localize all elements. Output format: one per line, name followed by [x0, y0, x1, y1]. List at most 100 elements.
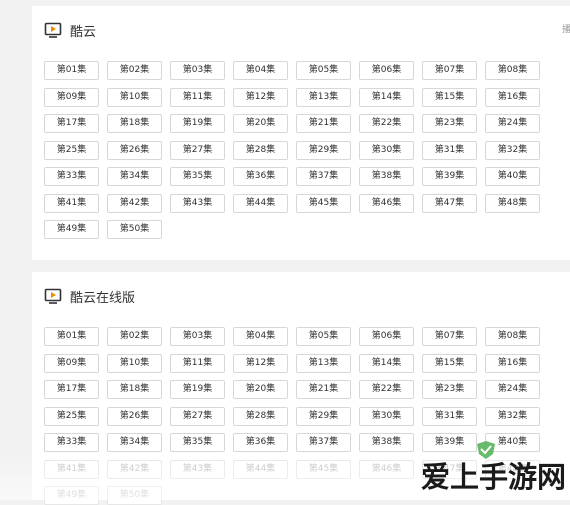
episode-button[interactable]: 第06集	[359, 327, 414, 346]
episode-button[interactable]: 第32集	[485, 406, 540, 426]
episode-button[interactable]: 第34集	[107, 167, 162, 186]
episode-button[interactable]: 第13集	[296, 353, 351, 373]
episode-button[interactable]: 第04集	[233, 327, 288, 346]
episode-button[interactable]: 第43集	[170, 459, 225, 479]
episode-button[interactable]: 第33集	[44, 433, 99, 452]
episode-button[interactable]: 第16集	[485, 87, 540, 107]
episode-button[interactable]: 第46集	[359, 193, 414, 213]
episode-button[interactable]: 第14集	[359, 353, 414, 373]
episode-button[interactable]: 第29集	[296, 406, 351, 426]
episode-button[interactable]: 第31集	[422, 140, 477, 160]
episode-button[interactable]: 第14集	[359, 87, 414, 107]
episode-button[interactable]: 第12集	[233, 353, 288, 373]
episode-button[interactable]: 第25集	[44, 406, 99, 426]
episode-button[interactable]: 第03集	[170, 327, 225, 346]
episode-button[interactable]: 第42集	[107, 193, 162, 213]
episode-button[interactable]: 第05集	[296, 61, 351, 80]
episode-button[interactable]: 第50集	[107, 486, 162, 505]
episode-button[interactable]: 第43集	[170, 193, 225, 213]
episode-button[interactable]: 第21集	[296, 380, 351, 399]
episode-button[interactable]: 第28集	[233, 140, 288, 160]
episode-button[interactable]: 第01集	[44, 61, 99, 80]
episode-button[interactable]: 第13集	[296, 87, 351, 107]
episode-button[interactable]: 第11集	[170, 87, 225, 107]
episode-button[interactable]: 第33集	[44, 167, 99, 186]
episode-button[interactable]: 第46集	[359, 459, 414, 479]
episode-button[interactable]: 第05集	[296, 327, 351, 346]
episode-button[interactable]: 第44集	[233, 459, 288, 479]
episode-button[interactable]: 第42集	[107, 459, 162, 479]
episode-button[interactable]: 第15集	[422, 353, 477, 373]
episode-button[interactable]: 第38集	[359, 433, 414, 452]
episode-button[interactable]: 第09集	[44, 87, 99, 107]
episode-button[interactable]: 第07集	[422, 327, 477, 346]
episode-button[interactable]: 第24集	[485, 380, 540, 399]
episode-button[interactable]: 第44集	[233, 193, 288, 213]
episode-button[interactable]: 第03集	[170, 61, 225, 80]
episode-button[interactable]: 第01集	[44, 327, 99, 346]
episode-button[interactable]: 第50集	[107, 220, 162, 239]
episode-button[interactable]: 第39集	[422, 433, 477, 452]
episode-button[interactable]: 第06集	[359, 61, 414, 80]
episode-button[interactable]: 第30集	[359, 140, 414, 160]
episode-button[interactable]: 第47集	[422, 193, 477, 213]
episode-button[interactable]: 第22集	[359, 380, 414, 399]
episode-button[interactable]: 第35集	[170, 433, 225, 452]
episode-button[interactable]: 第27集	[170, 140, 225, 160]
episode-button[interactable]: 第26集	[107, 140, 162, 160]
episode-button[interactable]: 第49集	[44, 220, 99, 239]
panel-header: 酷云在线版	[44, 286, 135, 306]
episode-button[interactable]: 第18集	[107, 380, 162, 399]
episode-button[interactable]: 第17集	[44, 114, 99, 133]
episode-button[interactable]: 第35集	[170, 167, 225, 186]
episode-button[interactable]: 第48集	[485, 193, 540, 213]
episode-button[interactable]: 第26集	[107, 406, 162, 426]
episode-button[interactable]: 第28集	[233, 406, 288, 426]
episode-button[interactable]: 第16集	[485, 353, 540, 373]
episode-button[interactable]: 第17集	[44, 380, 99, 399]
episode-button[interactable]: 第19集	[170, 114, 225, 133]
episode-button[interactable]: 第15集	[422, 87, 477, 107]
episode-button[interactable]: 第20集	[233, 114, 288, 133]
episode-button[interactable]: 第02集	[107, 327, 162, 346]
episode-button[interactable]: 第25集	[44, 140, 99, 160]
episode-button[interactable]: 第07集	[422, 61, 477, 80]
episode-button[interactable]: 第39集	[422, 167, 477, 186]
episode-button[interactable]: 第22集	[359, 114, 414, 133]
episode-button[interactable]: 第45集	[296, 459, 351, 479]
panel-extra-label: 播	[562, 25, 570, 35]
episode-button[interactable]: 第30集	[359, 406, 414, 426]
episode-button[interactable]: 第49集	[44, 486, 99, 505]
episode-button[interactable]: 第29集	[296, 140, 351, 160]
episode-button[interactable]: 第41集	[44, 193, 99, 213]
episode-button[interactable]: 第40集	[485, 167, 540, 186]
shield-logo-icon	[475, 440, 497, 464]
episode-button[interactable]: 第34集	[107, 433, 162, 452]
episode-button[interactable]: 第45集	[296, 193, 351, 213]
episode-button[interactable]: 第19集	[170, 380, 225, 399]
episode-button[interactable]: 第36集	[233, 433, 288, 452]
episode-button[interactable]: 第21集	[296, 114, 351, 133]
episode-button[interactable]: 第41集	[44, 459, 99, 479]
episode-button[interactable]: 第09集	[44, 353, 99, 373]
episode-button[interactable]: 第04集	[233, 61, 288, 80]
episode-button[interactable]: 第10集	[107, 353, 162, 373]
episode-button[interactable]: 第20集	[233, 380, 288, 399]
episode-button[interactable]: 第08集	[485, 61, 540, 80]
episode-button[interactable]: 第24集	[485, 114, 540, 133]
episode-button[interactable]: 第31集	[422, 406, 477, 426]
episode-button[interactable]: 第36集	[233, 167, 288, 186]
episode-button[interactable]: 第11集	[170, 353, 225, 373]
episode-button[interactable]: 第08集	[485, 327, 540, 346]
episode-button[interactable]: 第32集	[485, 140, 540, 160]
episode-button[interactable]: 第37集	[296, 433, 351, 452]
episode-button[interactable]: 第10集	[107, 87, 162, 107]
episode-button[interactable]: 第38集	[359, 167, 414, 186]
episode-button[interactable]: 第27集	[170, 406, 225, 426]
episode-button[interactable]: 第12集	[233, 87, 288, 107]
episode-button[interactable]: 第23集	[422, 380, 477, 399]
episode-button[interactable]: 第23集	[422, 114, 477, 133]
episode-button[interactable]: 第37集	[296, 167, 351, 186]
episode-button[interactable]: 第02集	[107, 61, 162, 80]
episode-button[interactable]: 第18集	[107, 114, 162, 133]
